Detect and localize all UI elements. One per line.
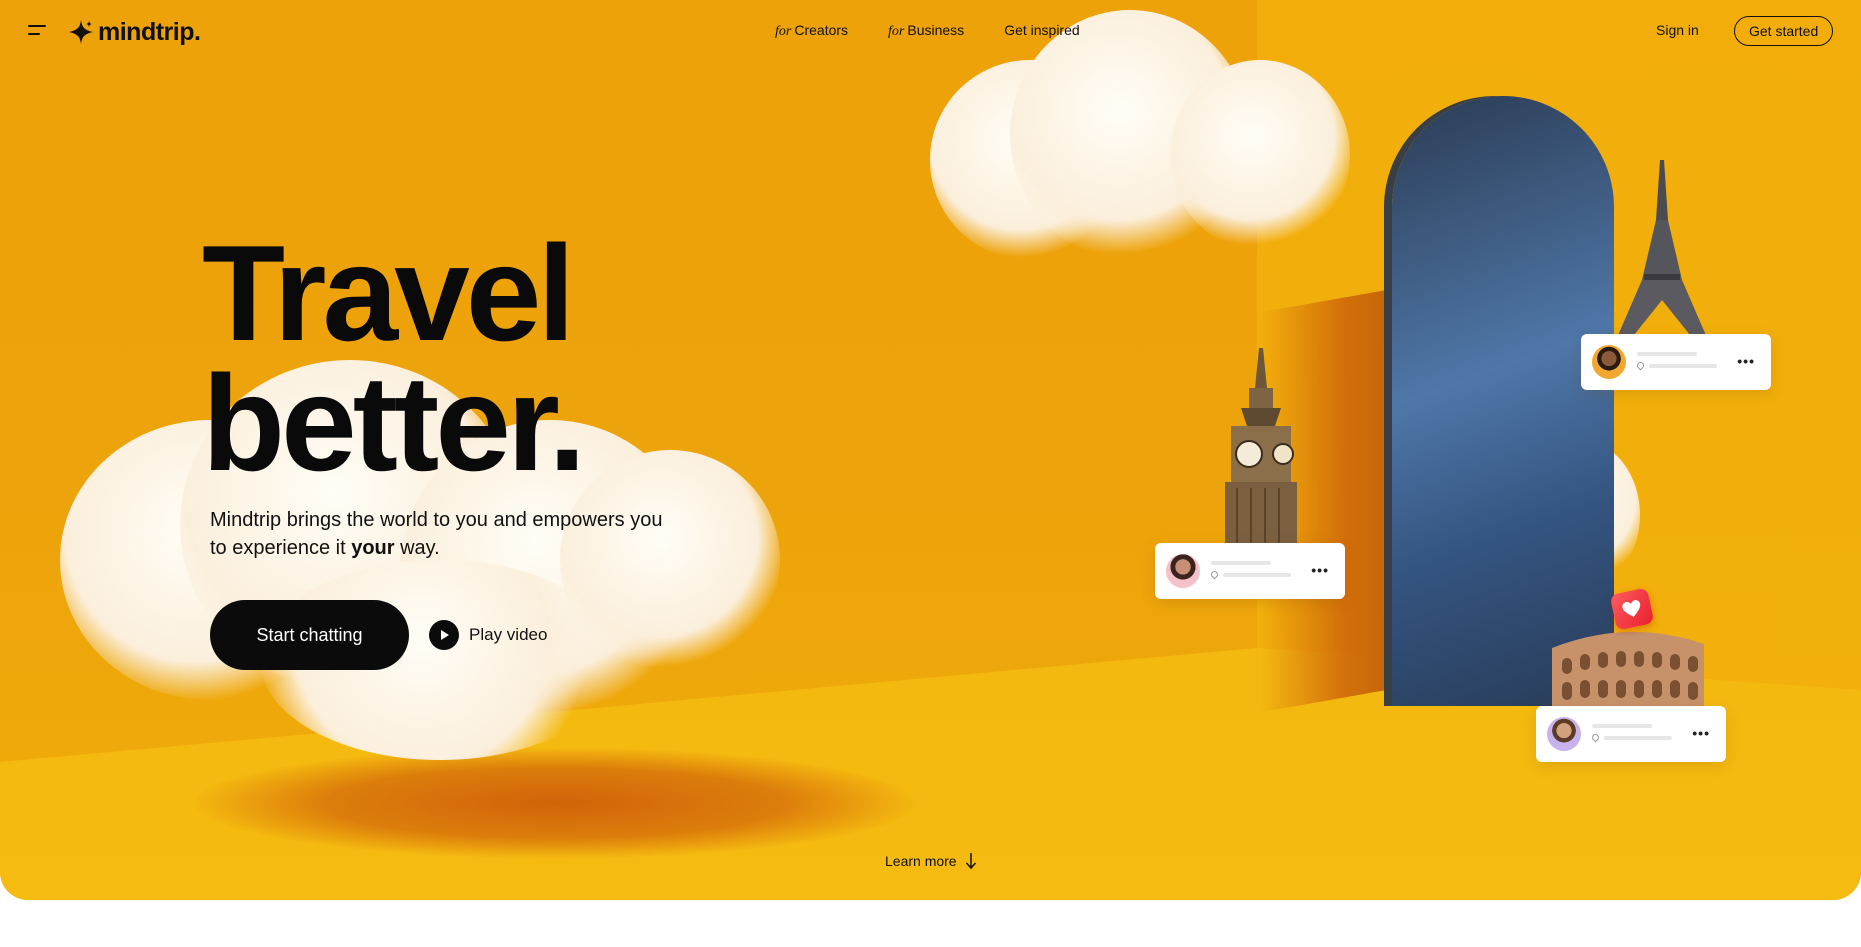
menu-icon[interactable] <box>28 24 48 38</box>
sparkle-icon <box>69 20 93 44</box>
nav-link-creators[interactable]: for Creators <box>775 22 848 40</box>
arrow-down-icon <box>965 853 976 870</box>
location-pin-icon <box>1635 360 1646 371</box>
big-ben-icon <box>1225 348 1297 548</box>
traveler-card-eiffel[interactable]: ••• <box>1581 334 1771 390</box>
brand-name: mindtrip. <box>98 17 201 46</box>
play-video-label: Play video <box>469 625 548 644</box>
avatar <box>1166 554 1200 588</box>
logo[interactable]: mindtrip. <box>68 16 201 48</box>
page-title: Travel better. <box>202 217 586 499</box>
location-pin-icon <box>1590 732 1601 743</box>
avatar <box>1547 717 1581 751</box>
avatar <box>1592 345 1626 379</box>
more-dots-icon[interactable]: ••• <box>1692 726 1710 740</box>
location-pin-icon <box>1209 569 1220 580</box>
hero-subtitle: Mindtrip brings the world to you and emp… <box>210 509 663 559</box>
play-icon <box>429 620 459 650</box>
get-started-button[interactable]: Get started <box>1734 16 1834 46</box>
more-dots-icon[interactable]: ••• <box>1737 354 1755 368</box>
colosseum-icon <box>1552 631 1704 708</box>
headline-line-1: Travel <box>202 217 575 369</box>
eiffel-tower-icon <box>1616 160 1708 340</box>
nav-link-get-inspired[interactable]: Get inspired <box>1004 22 1079 40</box>
traveler-card-colosseum[interactable]: ••• <box>1536 706 1726 762</box>
learn-more-label: Learn more <box>885 853 957 869</box>
sign-in-link[interactable]: Sign in <box>1656 22 1699 38</box>
headline-line-2: better. <box>202 347 586 499</box>
top-nav: mindtrip. for Creators for Business Get in… <box>0 0 1861 64</box>
traveler-card-big-ben[interactable]: ••• <box>1155 543 1345 599</box>
arch-door <box>1392 96 1614 706</box>
nav-links: for Creators for Business Get inspired <box>775 22 1080 40</box>
cloud-shadow <box>195 748 915 858</box>
play-video-button[interactable]: Play video <box>429 620 547 650</box>
learn-more-link[interactable]: Learn more <box>885 852 977 870</box>
nav-link-business[interactable]: for Business <box>888 22 964 40</box>
start-chatting-button[interactable]: Start chatting <box>210 600 409 670</box>
hero-section: ••• ••• ••• mindtrip. for Creators for B… <box>0 0 1861 900</box>
more-dots-icon[interactable]: ••• <box>1311 563 1329 577</box>
